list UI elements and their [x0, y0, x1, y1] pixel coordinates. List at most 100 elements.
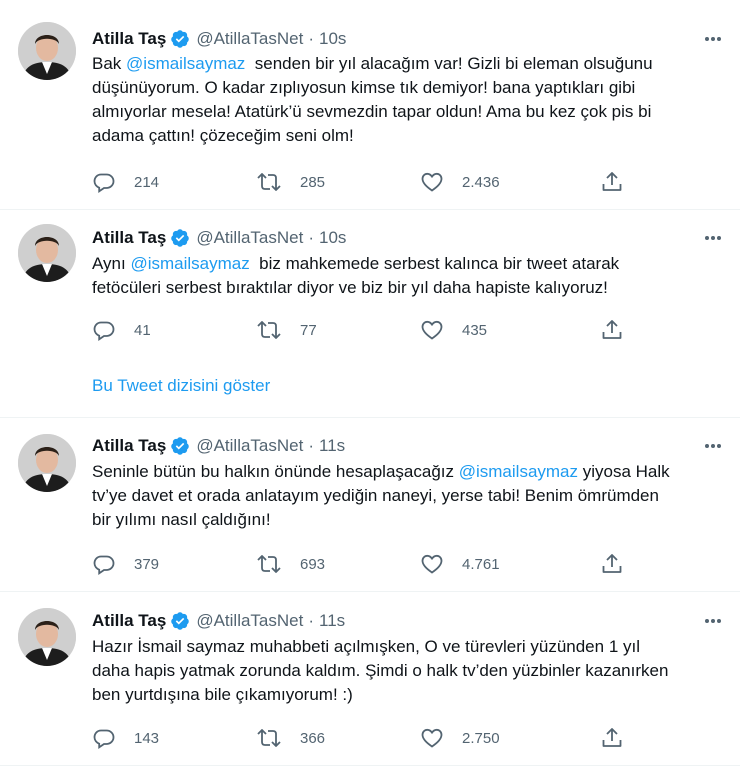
verified-badge-icon [170, 611, 190, 631]
tweet-actions: 41 77 435 [92, 318, 632, 342]
like-count: 435 [462, 321, 488, 339]
like-button[interactable]: 435 [420, 318, 487, 342]
text-segment: ben yurtdışına bile çıkamıyorum! :) [92, 685, 353, 704]
reply-count: 214 [134, 173, 160, 191]
tweet[interactable]: Atilla Taş @AtillaTasNet · 10s Bak @isma… [0, 0, 740, 210]
show-thread-link[interactable]: Bu Tweet dizisini göster [92, 376, 270, 396]
tweet[interactable]: Atilla Taş @AtillaTasNet · 11s Seninle b… [0, 418, 740, 592]
tweet-text: Hazır İsmail saymaz muhabbeti açılmışken… [92, 635, 728, 707]
like-button[interactable]: 2.750 [420, 726, 500, 750]
tweet-time[interactable]: 11s [319, 610, 345, 632]
mention-link[interactable]: @ismailsaymaz [459, 462, 578, 481]
retweet-button[interactable]: 77 [256, 318, 317, 342]
author-name[interactable]: Atilla Taş [92, 610, 166, 632]
separator-dot: · [308, 29, 315, 48]
more-icon[interactable] [702, 610, 724, 632]
like-icon [421, 320, 443, 340]
tweet-text-line: Aynı @ismailsaymaz biz mahkemede serbest… [92, 252, 728, 276]
verified-badge-icon [170, 436, 190, 456]
reply-icon [93, 555, 115, 576]
like-icon [421, 728, 443, 748]
text-segment: tv’ye davet et orada anlatayım yediğin n… [92, 486, 659, 505]
tweet-text-line: Seninle bütün bu halkın önünde hesaplaşa… [92, 460, 728, 484]
reply-count: 143 [134, 729, 160, 747]
tweet[interactable]: Atilla Taş @AtillaTasNet · 11s Hazır İsm… [0, 592, 740, 766]
tweet-text-line: tv’ye davet et orada anlatayım yediğin n… [92, 484, 728, 508]
tweet-text-line: bir yılımı nasıl çaldığını! [92, 508, 728, 532]
retweet-icon [257, 321, 281, 339]
tweet-text-line: Hazır İsmail saymaz muhabbeti açılmışken… [92, 635, 728, 659]
author-name[interactable]: Atilla Taş [92, 227, 166, 249]
avatar[interactable] [18, 224, 76, 282]
separator-dot: · [308, 228, 315, 247]
tweet-header: Atilla Taş @AtillaTasNet · 10s [92, 28, 346, 50]
tweet-feed: Atilla Taş @AtillaTasNet · 10s Bak @isma… [0, 0, 740, 766]
like-icon [421, 172, 443, 192]
reply-button[interactable]: 41 [92, 318, 151, 342]
author-handle[interactable]: @AtillaTasNet [196, 28, 303, 50]
text-segment: düşünüyorum. O kadar zıplıyosun kimse tı… [92, 78, 636, 97]
author-handle[interactable]: @AtillaTasNet [196, 610, 303, 632]
share-icon [602, 728, 622, 747]
tweet-text-line: adama çattın! çözeceğim seni olm! [92, 124, 728, 148]
tweet-actions: 214 285 2.436 [92, 170, 632, 194]
mention-link[interactable]: @ismailsaymaz [130, 254, 249, 273]
more-icon[interactable] [702, 28, 724, 50]
like-button[interactable]: 4.761 [420, 552, 500, 576]
like-count: 4.761 [462, 555, 500, 573]
share-button[interactable] [600, 170, 624, 194]
separator-dot: · [308, 436, 315, 455]
reply-button[interactable]: 379 [92, 552, 159, 576]
retweet-icon [257, 729, 281, 747]
more-icon[interactable] [702, 227, 724, 249]
share-button[interactable] [600, 726, 624, 750]
tweet-text-line: almıyorlar mesela! Atatürk’ü sevmezdin t… [92, 100, 728, 124]
tweet-time[interactable]: 10s [319, 28, 346, 50]
tweet-text: Bak @ismailsaymaz senden bir yıl alacağı… [92, 52, 728, 148]
like-count: 2.750 [462, 729, 500, 747]
tweet-time[interactable]: 10s [319, 227, 346, 249]
share-button[interactable] [600, 552, 624, 576]
tweet-time[interactable]: 11s [319, 435, 345, 457]
avatar[interactable] [18, 22, 76, 80]
reply-button[interactable]: 143 [92, 726, 159, 750]
like-button[interactable]: 2.436 [420, 170, 500, 194]
tweet-actions: 143 366 2.750 [92, 726, 632, 750]
reply-count: 379 [134, 555, 160, 573]
text-segment: Seninle bütün bu halkın önünde hesaplaşa… [92, 462, 459, 481]
reply-icon [93, 173, 115, 194]
retweet-button[interactable]: 285 [256, 170, 325, 194]
tweet[interactable]: Atilla Taş @AtillaTasNet · 10s Aynı @ism… [0, 210, 740, 418]
avatar[interactable] [18, 608, 76, 666]
avatar-photo [18, 608, 76, 666]
author-name[interactable]: Atilla Taş [92, 435, 166, 457]
reply-icon [93, 729, 115, 750]
author-handle[interactable]: @AtillaTasNet [196, 435, 303, 457]
tweet-header: Atilla Taş @AtillaTasNet · 11s [92, 435, 345, 457]
tweet-header: Atilla Taş @AtillaTasNet · 11s [92, 610, 345, 632]
author-handle[interactable]: @AtillaTasNet [196, 227, 303, 249]
author-name[interactable]: Atilla Taş [92, 28, 166, 50]
retweet-icon [257, 173, 281, 191]
tweet-text: Seninle bütün bu halkın önünde hesaplaşa… [92, 460, 728, 532]
share-button[interactable] [600, 318, 624, 342]
avatar[interactable] [18, 434, 76, 492]
more-icon[interactable] [702, 435, 724, 457]
reply-count: 41 [134, 321, 151, 339]
mention-link[interactable]: @ismailsaymaz [126, 54, 245, 73]
reply-button[interactable]: 214 [92, 170, 159, 194]
text-segment: daha hapis yatmak zorunda kaldım. Şimdi … [92, 661, 669, 680]
retweet-button[interactable]: 693 [256, 552, 325, 576]
separator-dot: · [308, 611, 315, 630]
tweet-header: Atilla Taş @AtillaTasNet · 10s [92, 227, 346, 249]
verified-badge-icon [170, 228, 190, 248]
tweet-text: Aynı @ismailsaymaz biz mahkemede serbest… [92, 252, 728, 300]
tweet-text-line: daha hapis yatmak zorunda kaldım. Şimdi … [92, 659, 728, 683]
text-segment: Bak [92, 54, 127, 73]
like-icon [421, 554, 443, 574]
avatar-photo [18, 224, 76, 282]
retweet-icon [257, 555, 281, 573]
text-segment: fetöcüleri serbest bıraktılar diyor ve b… [92, 278, 608, 297]
retweet-button[interactable]: 366 [256, 726, 325, 750]
text-segment: almıyorlar mesela! Atatürk’ü sevmezdin t… [92, 102, 652, 121]
